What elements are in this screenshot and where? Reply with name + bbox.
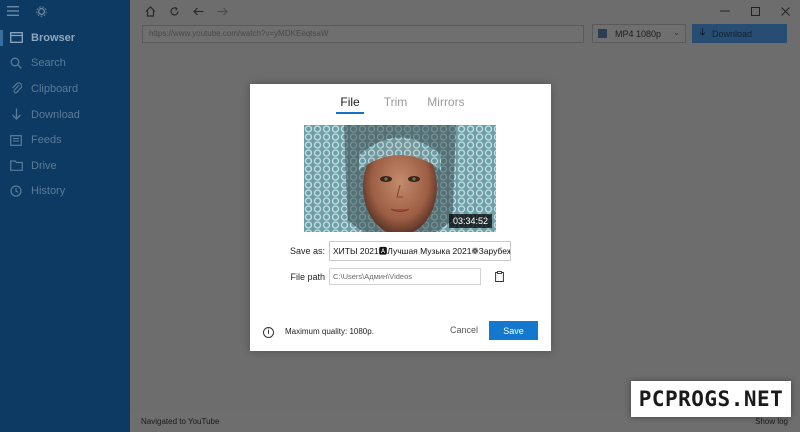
back-arrow-icon[interactable] [186, 0, 210, 22]
history-icon [8, 183, 24, 199]
sidebar-item-search[interactable]: Search [0, 51, 130, 77]
file-path-label: File path [290, 272, 325, 282]
url-input[interactable]: https://www.youtube.com/watch?v=yMDKEeqt… [142, 25, 584, 43]
save-dialog: File Trim Mirrors 03:34:52 Save as: ХИТЫ… [250, 84, 551, 351]
folder-icon [8, 158, 24, 174]
sidebar-item-browser[interactable]: Browser [0, 25, 130, 51]
sidebar-item-label: Browser [31, 31, 76, 44]
sidebar-item-label: Clipboard [31, 82, 79, 95]
chevron-down-icon: ⌄ [673, 28, 680, 37]
browser-icon [8, 30, 24, 46]
download-button-label: Download [712, 28, 753, 39]
forward-arrow-icon[interactable] [210, 0, 234, 22]
sidebar-item-label: Download [31, 108, 80, 121]
file-name-input[interactable]: ХИТЫ 2021🅰Лучшая Музыка 2021❁Зарубежны [329, 241, 511, 261]
close-icon[interactable] [770, 0, 800, 22]
status-text: Navigated to YouTube [141, 417, 220, 426]
sidebar-header [0, 0, 130, 22]
tab-trim[interactable]: Trim [384, 95, 408, 114]
video-thumbnail: 03:34:52 [304, 125, 496, 232]
tab-file[interactable]: File [336, 95, 364, 114]
save-button[interactable]: Save [489, 321, 538, 340]
title-bar [130, 0, 800, 22]
download-icon [699, 28, 706, 39]
hamburger-menu-icon[interactable] [6, 4, 20, 18]
cancel-button[interactable]: Cancel [446, 321, 482, 339]
sidebar-item-clipboard[interactable]: Clipboard [0, 76, 130, 102]
refresh-icon[interactable] [162, 0, 186, 22]
dialog-tabs: File Trim Mirrors [250, 95, 551, 114]
sidebar-item-label: Drive [31, 159, 57, 172]
minimize-icon[interactable] [710, 0, 740, 22]
format-icon [598, 29, 607, 38]
sidebar-item-history[interactable]: History [0, 179, 130, 205]
search-icon [8, 55, 24, 71]
quality-note: Maximum quality: 1080p. [285, 327, 374, 336]
download-icon [8, 107, 24, 123]
sidebar: Browser Search Clipboard Download Feeds … [0, 0, 130, 432]
watermark-logo: PCPROGS.NET [631, 381, 791, 417]
sidebar-item-feeds[interactable]: Feeds [0, 127, 130, 153]
browse-folder-icon[interactable] [493, 270, 505, 283]
file-path-input[interactable]: C:\Users\Админ\Videos [329, 268, 481, 285]
sidebar-item-download[interactable]: Download [0, 102, 130, 128]
save-as-label: Save as: [289, 246, 325, 256]
format-select-value: MP4 1080p [615, 28, 662, 39]
window-controls [710, 0, 800, 22]
video-duration: 03:34:52 [448, 214, 492, 228]
download-button[interactable]: Download [692, 24, 787, 43]
home-icon[interactable] [138, 0, 162, 22]
info-icon: i [263, 327, 274, 338]
settings-gear-icon[interactable] [34, 4, 48, 18]
feeds-icon [8, 132, 24, 148]
sidebar-item-label: History [31, 185, 66, 198]
clipboard-icon [8, 81, 24, 97]
show-log-link[interactable]: Show log [755, 417, 788, 426]
tab-mirrors[interactable]: Mirrors [427, 95, 464, 114]
format-select[interactable]: MP4 1080p ⌄ [592, 24, 686, 43]
sidebar-item-label: Feeds [31, 134, 62, 147]
sidebar-item-label: Search [31, 57, 66, 70]
sidebar-item-drive[interactable]: Drive [0, 153, 130, 179]
maximize-icon[interactable] [740, 0, 770, 22]
